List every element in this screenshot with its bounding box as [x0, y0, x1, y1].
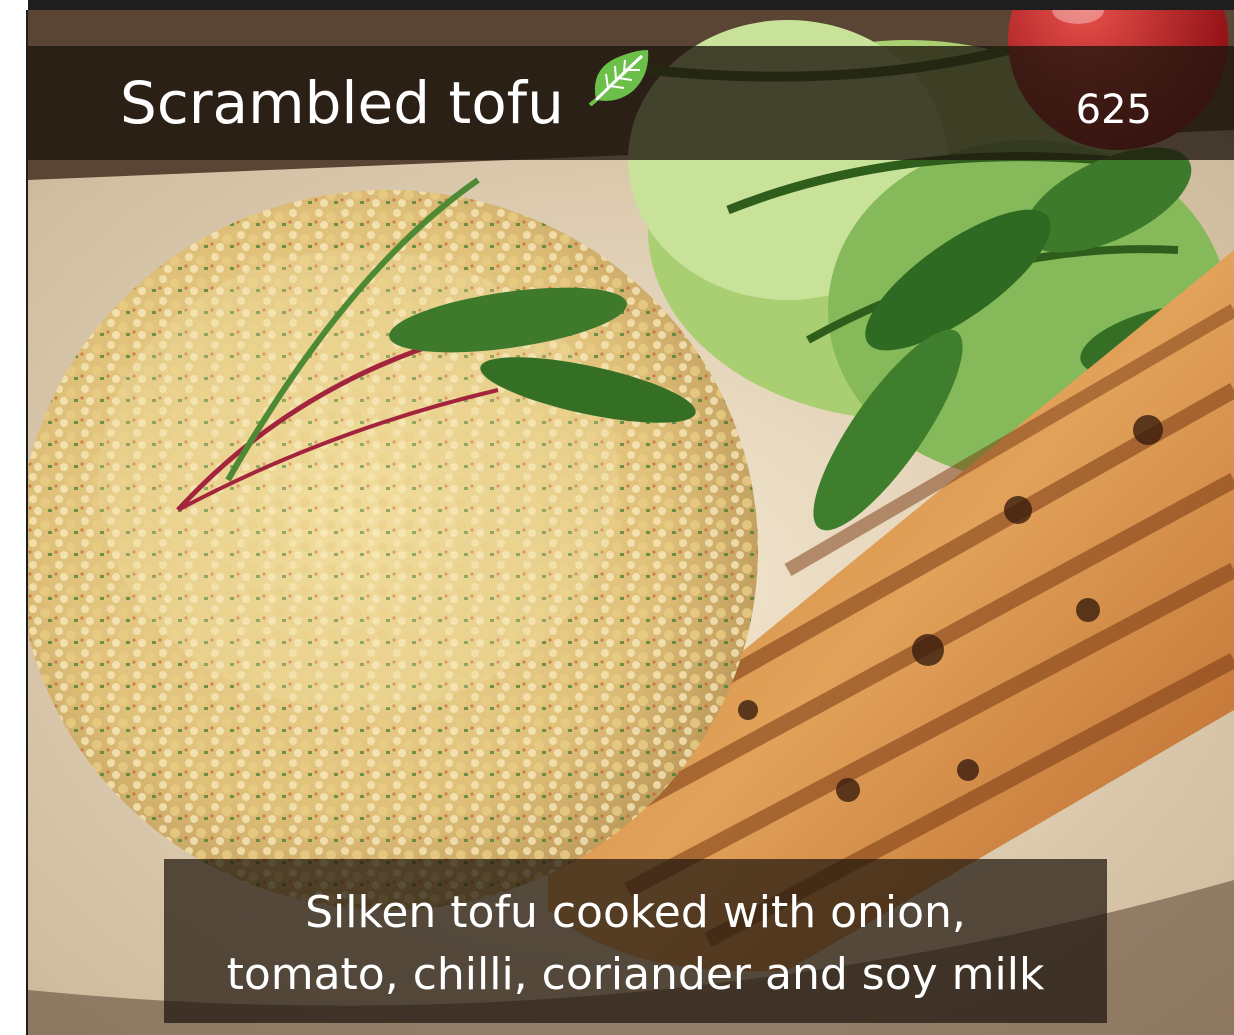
left-margin [0, 0, 28, 1035]
title-bar: Scrambled tofu 625 [28, 46, 1234, 160]
item-title: Scrambled tofu [120, 69, 564, 137]
item-price: 625 [1075, 87, 1152, 133]
leaf-icon [588, 48, 652, 107]
description-line: Silken tofu cooked with onion, [305, 887, 966, 938]
description-line: tomato, chilli, coriander and soy milk [226, 949, 1045, 1000]
menu-card: Scrambled tofu 625 Silken tofu cooked wi… [0, 0, 1234, 1035]
description-box: Silken tofu cooked with onion, tomato, c… [164, 859, 1107, 1023]
top-border [0, 0, 1234, 10]
left-border [26, 10, 28, 1035]
